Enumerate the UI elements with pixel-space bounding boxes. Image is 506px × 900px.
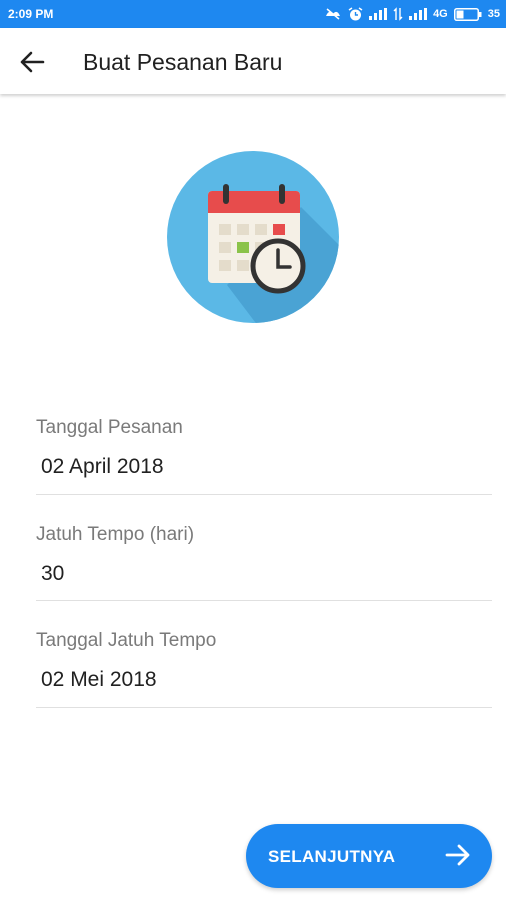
due-date-label: Tanggal Jatuh Tempo [36,630,217,651]
due-days-field[interactable]: Jatuh Tempo (hari) 30 [36,519,492,601]
due-days-label: Jatuh Tempo (hari) [36,524,195,545]
page-title: Buat Pesanan Baru [83,49,283,75]
back-button[interactable] [10,40,54,84]
signal-icon-2 [409,8,428,20]
signal-icon [369,8,388,20]
status-time: 2:09 PM [8,7,54,21]
status-bar: 2:09 PM 4G 35 [0,0,506,28]
next-button-label: SELANJUTNYA [268,847,396,866]
status-icons: 4G 35 [324,4,500,24]
alarm-icon [348,6,363,20]
order-date-field[interactable]: Tanggal Pesanan 02 April 2018 [36,412,492,495]
next-button[interactable]: SELANJUTNYA [246,824,492,888]
due-date-field[interactable]: Tanggal Jatuh Tempo 02 Mei 2018 [36,625,492,708]
app-bar: Buat Pesanan Baru [0,28,506,94]
data-transfer-icon [393,7,403,21]
network-type: 4G [433,8,448,20]
order-date-value: 02 April 2018 [41,455,164,478]
battery-level: 35 [487,8,500,20]
due-date-value: 02 Mei 2018 [41,668,157,691]
arrow-right-icon [445,844,470,866]
battery-icon [453,7,482,21]
order-date-label: Tanggal Pesanan [36,417,183,438]
calendar-clock-icon [167,151,339,323]
arrow-left-icon [20,51,45,73]
due-days-value: 30 [41,562,65,585]
silent-icon [326,8,341,20]
hero-illustration [167,151,339,323]
